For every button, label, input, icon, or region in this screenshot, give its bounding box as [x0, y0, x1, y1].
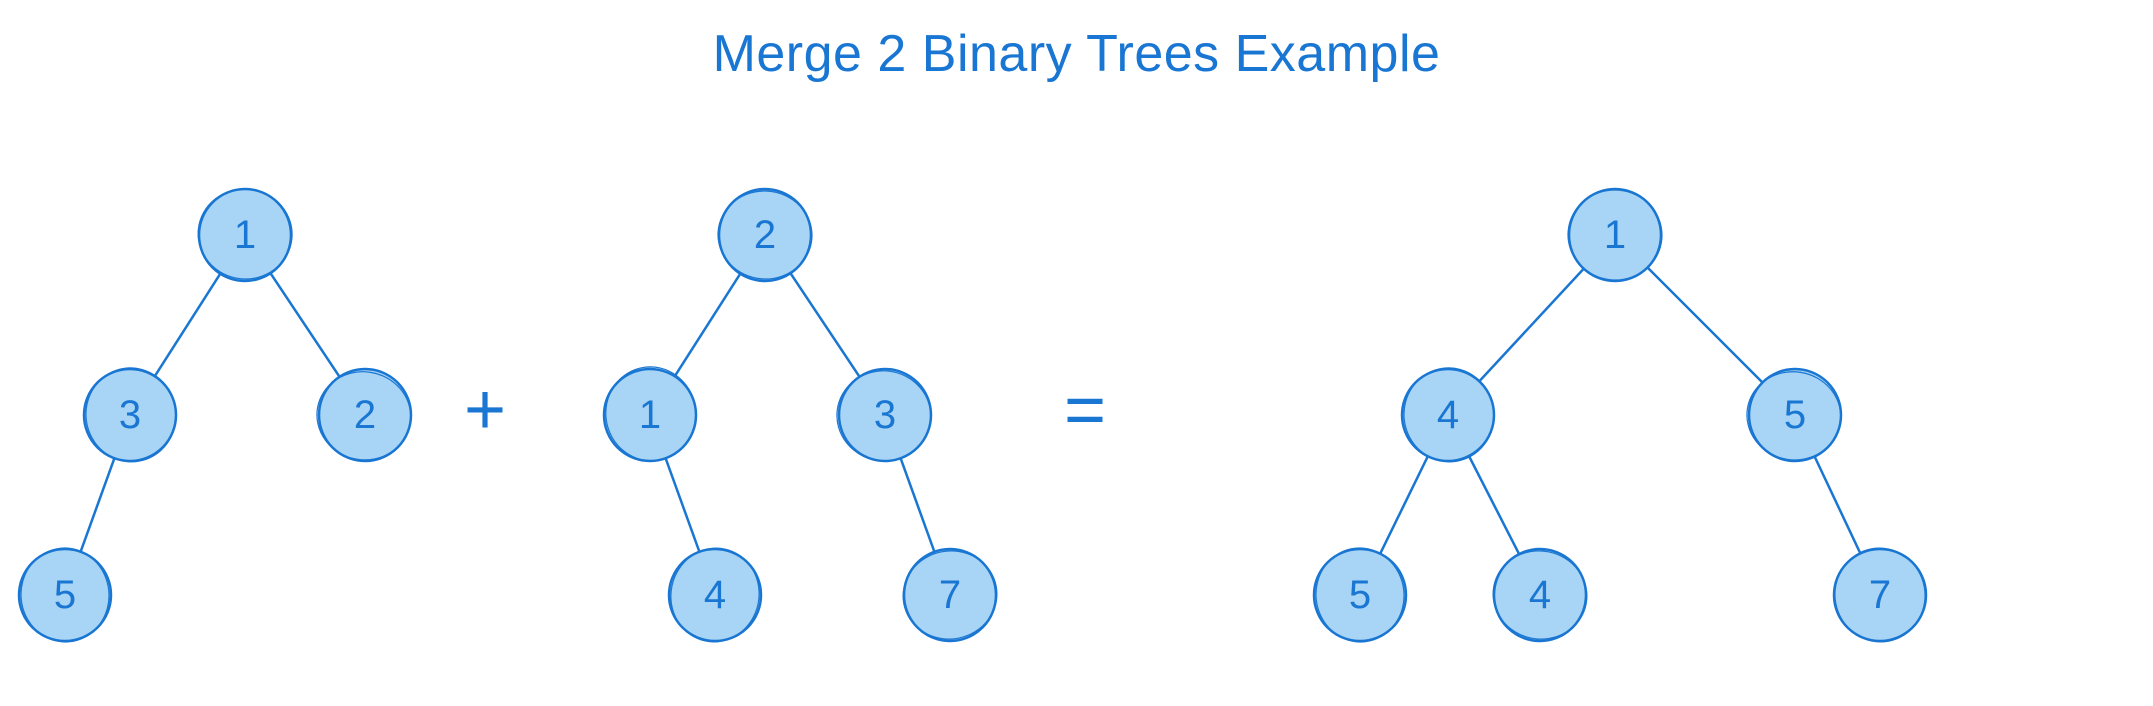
tree2-root-label: 2: [715, 185, 815, 285]
tree1-left-label: 3: [80, 365, 180, 465]
tree2-right-label: 3: [835, 365, 935, 465]
tree1-left-node: 3: [80, 365, 180, 465]
tree2-left-node: 1: [600, 365, 700, 465]
plus-operator: +: [464, 369, 506, 451]
tree3-left-label: 4: [1398, 365, 1498, 465]
tree2-left-right-label: 4: [665, 545, 765, 645]
tree3-left-left-label: 5: [1310, 545, 1410, 645]
tree1-left-left-node: 5: [15, 545, 115, 645]
tree2-left-right-node: 4: [665, 545, 765, 645]
tree2-right-right-node: 7: [900, 545, 1000, 645]
tree3-left-left-node: 5: [1310, 545, 1410, 645]
tree3-right-node: 5: [1745, 365, 1845, 465]
equals-operator: =: [1064, 369, 1106, 451]
tree3-root-node: 1: [1565, 185, 1665, 285]
tree1-root-label: 1: [195, 185, 295, 285]
tree3-root-label: 1: [1565, 185, 1665, 285]
tree3-right-right-label: 7: [1830, 545, 1930, 645]
tree3-left-node: 4: [1398, 365, 1498, 465]
tree3-right-right-node: 7: [1830, 545, 1930, 645]
tree3-right-label: 5: [1745, 365, 1845, 465]
tree1-root-node: 1: [195, 185, 295, 285]
tree2-right-right-label: 7: [900, 545, 1000, 645]
tree2-right-node: 3: [835, 365, 935, 465]
tree2-left-label: 1: [600, 365, 700, 465]
tree2-root-node: 2: [715, 185, 815, 285]
tree1-right-node: 2: [315, 365, 415, 465]
tree1-left-left-label: 5: [15, 545, 115, 645]
tree3-left-right-label: 4: [1490, 545, 1590, 645]
tree1-right-label: 2: [315, 365, 415, 465]
tree3-left-right-node: 4: [1490, 545, 1590, 645]
